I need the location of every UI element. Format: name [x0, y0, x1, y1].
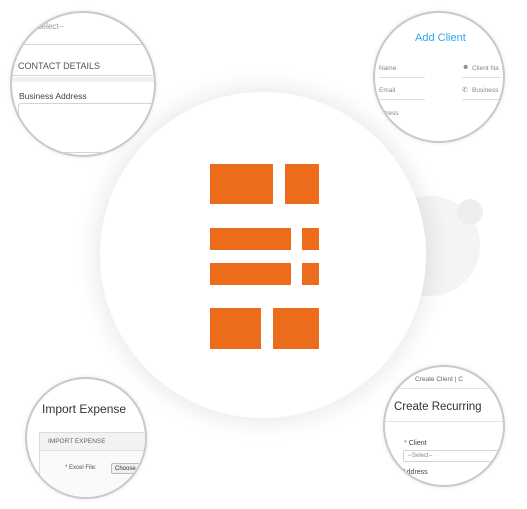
add-client-title: Add Client [415, 32, 466, 44]
client-name-label: Client Na [472, 65, 499, 72]
import-panel-header: IMPORT EXPENSE [40, 433, 145, 451]
contact-details-lens: --Select-- CONTACT DETAILS Business Addr… [10, 11, 156, 157]
breadcrumb[interactable]: Create Client | C [415, 376, 463, 383]
business-address-input[interactable] [18, 103, 154, 153]
client-label: * Client [404, 440, 427, 447]
section-divider [12, 77, 154, 82]
email-input[interactable] [379, 99, 425, 100]
country-select[interactable]: --Select-- [12, 13, 154, 45]
client-name-input[interactable] [462, 77, 502, 78]
address-label: Address [402, 469, 428, 476]
name-input[interactable] [379, 77, 425, 78]
title-divider [385, 421, 503, 422]
import-expense-title: Import Expense [42, 402, 127, 416]
business-field-label: Business [472, 87, 499, 94]
breadcrumb-divider [385, 388, 503, 389]
user-icon: ☻ [462, 64, 470, 71]
add-client-lens: Add Client Name ☻ Client Na Email ✆ Busi… [373, 11, 505, 143]
required-mark: * [404, 440, 407, 447]
create-recurring-lens: Create Client | C Create Recurring * Cli… [383, 365, 505, 487]
business-input[interactable] [462, 99, 502, 100]
client-select[interactable]: --Select-- [403, 450, 503, 462]
address-field-label: ddress [379, 110, 399, 117]
excel-file-label: * Excel File: [65, 465, 97, 471]
contact-details-heading: CONTACT DETAILS [12, 61, 154, 76]
client-select-placeholder: --Select-- [408, 453, 433, 459]
choose-file-button[interactable]: Choose [111, 463, 145, 474]
email-field-label: Email [379, 87, 396, 94]
client-label-text: Client [408, 440, 427, 447]
business-address-label: Business Address [19, 91, 87, 101]
name-field-label: Name [379, 65, 397, 72]
phone-icon: ✆ [462, 87, 468, 94]
import-expense-lens: Import Expense IMPORT EXPENSE * Excel Fi… [25, 377, 147, 499]
create-recurring-title: Create Recurring [394, 401, 482, 413]
decorative-circle-small [457, 199, 483, 225]
select-placeholder: --Select-- [31, 22, 64, 31]
